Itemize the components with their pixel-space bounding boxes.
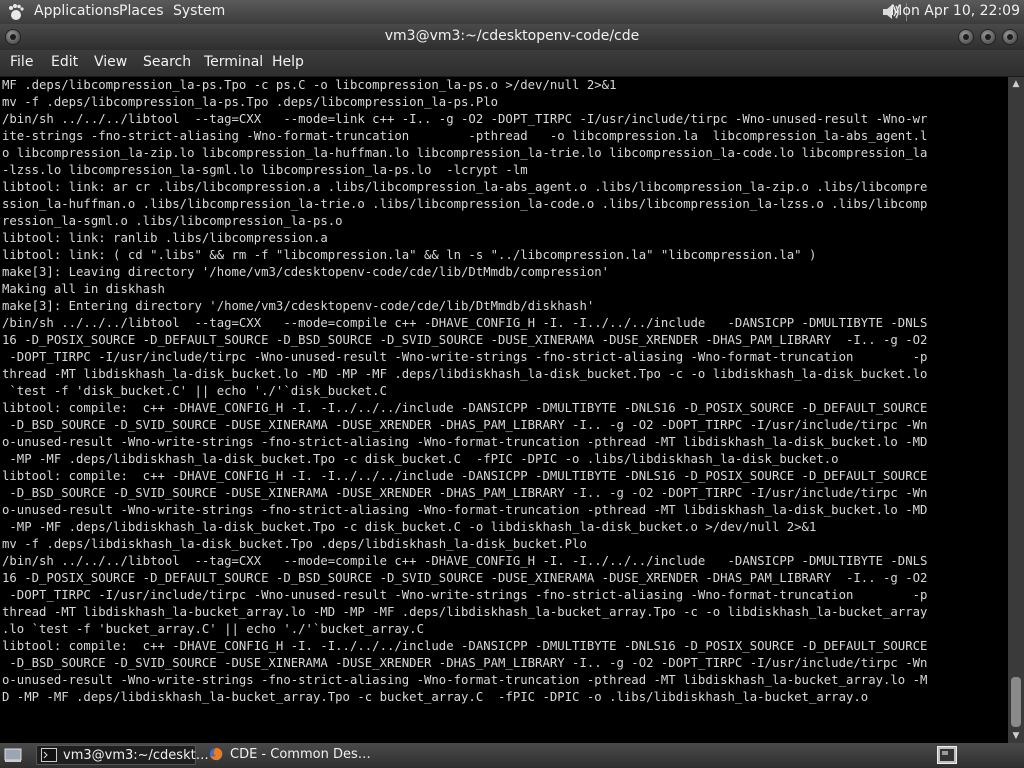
menu-search[interactable]: Search	[143, 54, 191, 70]
terminal-line: -DOPT_TIRPC -I/usr/include/tirpc -Wno-un…	[2, 350, 928, 364]
terminal-line: Making all in diskhash	[2, 282, 165, 296]
terminal-icon	[41, 748, 57, 762]
terminal-line: libtool: compile: c++ -DHAVE_CONFIG_H -I…	[2, 639, 928, 653]
menu-edit[interactable]: Edit	[51, 54, 78, 70]
terminal-line: libtool: compile: c++ -DHAVE_CONFIG_H -I…	[2, 401, 928, 415]
terminal-line: 16 -D_POSIX_SOURCE -D_DEFAULT_SOURCE -D_…	[2, 571, 928, 585]
terminal-line: ite-strings -fno-strict-aliasing -Wno-fo…	[2, 129, 928, 143]
menu-help[interactable]: Help	[272, 54, 304, 70]
scroll-down-arrow-icon[interactable]: ▼	[1008, 729, 1024, 743]
terminal-line: o libcompression_la-zip.lo libcompressio…	[2, 146, 928, 160]
taskbar-item-label: vm3@vm3:~/cdeskt…	[63, 748, 209, 763]
terminal-line: .lo `test -f 'bucket_array.C' || echo '.…	[2, 622, 424, 636]
terminal-line: /bin/sh ../../../libtool --tag=CXX --mod…	[2, 112, 928, 126]
places-menu[interactable]: Places	[119, 3, 164, 19]
terminal-line: /bin/sh ../../../libtool --tag=CXX --mod…	[2, 316, 928, 330]
scroll-up-arrow-icon[interactable]: ▲	[1008, 77, 1024, 91]
terminal-line: o-unused-result -Wno-write-strings -fno-…	[2, 435, 928, 449]
taskbar-item-firefox[interactable]: CDE - Common Des…	[204, 745, 384, 765]
terminal-line: mv -f .deps/libcompression_la-ps.Tpo .de…	[2, 95, 499, 109]
terminal-line: `test -f 'disk_bucket.C' || echo './'`di…	[2, 384, 387, 398]
terminal-line: libtool: link: ranlib .libs/libcompressi…	[2, 231, 328, 245]
bottom-panel: vm3@vm3:~/cdeskt… CDE - Common Des…	[0, 743, 1024, 768]
terminal-line: -D_BSD_SOURCE -D_SVID_SOURCE -DUSE_XINER…	[2, 418, 928, 432]
terminal-line: o-unused-result -Wno-write-strings -fno-…	[2, 673, 928, 687]
terminal-line: /bin/sh ../../../libtool --tag=CXX --mod…	[2, 554, 928, 568]
terminal-line: -MP -MF .deps/libdiskhash_la-disk_bucket…	[2, 520, 817, 534]
top-panel: Applications Places System Mon Apr 10, 2…	[0, 0, 1024, 24]
window-title: vm3@vm3:~/cdesktopenv-code/cde	[384, 28, 640, 44]
menu-view[interactable]: View	[94, 54, 127, 70]
terminal-line: -D_BSD_SOURCE -D_SVID_SOURCE -DUSE_XINER…	[2, 486, 928, 500]
applications-menu[interactable]: Applications	[34, 3, 120, 19]
scrollbar[interactable]: ▲ ▼	[1008, 77, 1024, 743]
terminal-line: make[3]: Entering directory '/home/vm3/c…	[2, 299, 595, 313]
terminal-line: 16 -D_POSIX_SOURCE -D_DEFAULT_SOURCE -D_…	[2, 333, 928, 347]
terminal-line: mv -f .deps/libdiskhash_la-disk_bucket.T…	[2, 537, 587, 551]
scrollbar-thumb[interactable]	[1011, 677, 1021, 727]
taskbar-item-label: CDE - Common Des…	[230, 747, 371, 762]
terminal-text: MF .deps/libcompression_la-ps.Tpo -c ps.…	[0, 77, 1008, 706]
firefox-icon	[209, 747, 223, 761]
foot-icon[interactable]	[6, 3, 26, 21]
terminal-line: libtool: link: ar cr .libs/libcompressio…	[2, 180, 928, 194]
system-menu[interactable]: System	[173, 3, 225, 19]
terminal-line: D -MP -MF .deps/libdiskhash_la-bucket_ar…	[2, 690, 869, 704]
terminal-line: -D_BSD_SOURCE -D_SVID_SOURCE -DUSE_XINER…	[2, 656, 928, 670]
menu-file[interactable]: File	[10, 54, 33, 70]
terminal-line: -MP -MF .deps/libdiskhash_la-disk_bucket…	[2, 452, 839, 466]
close-button[interactable]	[1002, 29, 1018, 45]
terminal-line: libtool: compile: c++ -DHAVE_CONFIG_H -I…	[2, 469, 928, 483]
maximize-button[interactable]	[980, 29, 996, 45]
show-desktop-icon[interactable]	[4, 747, 22, 763]
terminal-line: ression_la-sgml.o .libs/libcompression_l…	[2, 214, 343, 228]
terminal-line: o-unused-result -Wno-write-strings -fno-…	[2, 503, 928, 517]
terminal-line: make[3]: Leaving directory '/home/vm3/cd…	[2, 265, 610, 279]
terminal-line: thread -MT libdiskhash_la-disk_bucket.lo…	[2, 367, 928, 381]
terminal-output[interactable]: MF .deps/libcompression_la-ps.Tpo -c ps.…	[0, 77, 1008, 743]
workspace-switcher-icon[interactable]	[937, 746, 957, 764]
menu-terminal[interactable]: Terminal	[204, 54, 263, 70]
terminal-line: thread -MT libdiskhash_la-bucket_array.l…	[2, 605, 928, 619]
clock[interactable]: Mon Apr 10, 22:09	[890, 3, 1020, 19]
terminal-line: libtool: link: ( cd ".libs" && rm -f "li…	[2, 248, 817, 262]
minimize-button[interactable]	[958, 29, 974, 45]
terminal-line: -lzss.lo libcompression_la-sgml.lo libco…	[2, 163, 528, 177]
menubar: File Edit View Search Terminal Help	[0, 50, 1024, 77]
terminal-line: -DOPT_TIRPC -I/usr/include/tirpc -Wno-un…	[2, 588, 928, 602]
window-titlebar[interactable]: vm3@vm3:~/cdesktopenv-code/cde	[0, 24, 1024, 50]
terminal-line: ssion_la-huffman.o .libs/libcompression_…	[2, 197, 928, 211]
terminal-line: MF .deps/libcompression_la-ps.Tpo -c ps.…	[2, 78, 617, 92]
taskbar-item-terminal[interactable]: vm3@vm3:~/cdeskt…	[36, 745, 209, 765]
